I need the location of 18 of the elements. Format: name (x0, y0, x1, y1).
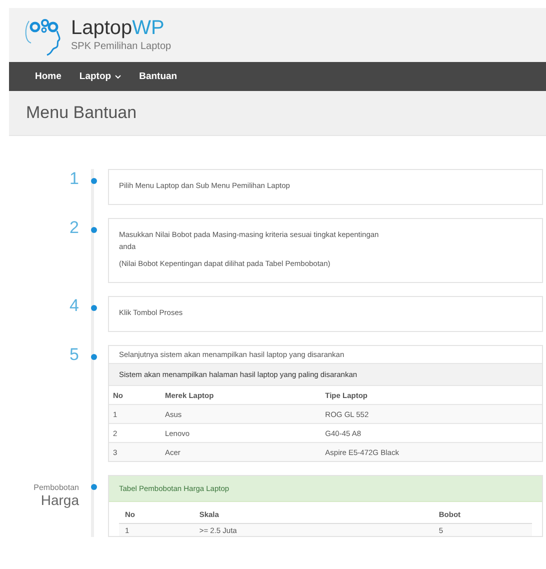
site-logo-text: LaptopWP (71, 18, 166, 38)
nav-link[interactable]: Laptop (79, 71, 122, 82)
step-number: 1 (68, 169, 79, 190)
timeline-dot (90, 484, 96, 490)
page-title: Menu Bantuan (26, 103, 137, 123)
timeline-dot (90, 178, 96, 184)
step-label: Pembobotan (32, 483, 79, 492)
caret-icon (115, 74, 122, 78)
step-number: 4 (68, 296, 79, 317)
nav-link[interactable]: Bantuan (139, 71, 178, 82)
nav-link[interactable]: Home (35, 71, 62, 82)
timeline-dot (90, 227, 96, 233)
timeline-dot (90, 354, 96, 360)
step-number: 5 (68, 345, 79, 366)
step-number: 2 (68, 218, 79, 239)
timeline-dot (90, 305, 96, 311)
step-label: Harga (40, 492, 79, 508)
site-tagline: SPK Pemilihan Laptop (71, 41, 172, 52)
